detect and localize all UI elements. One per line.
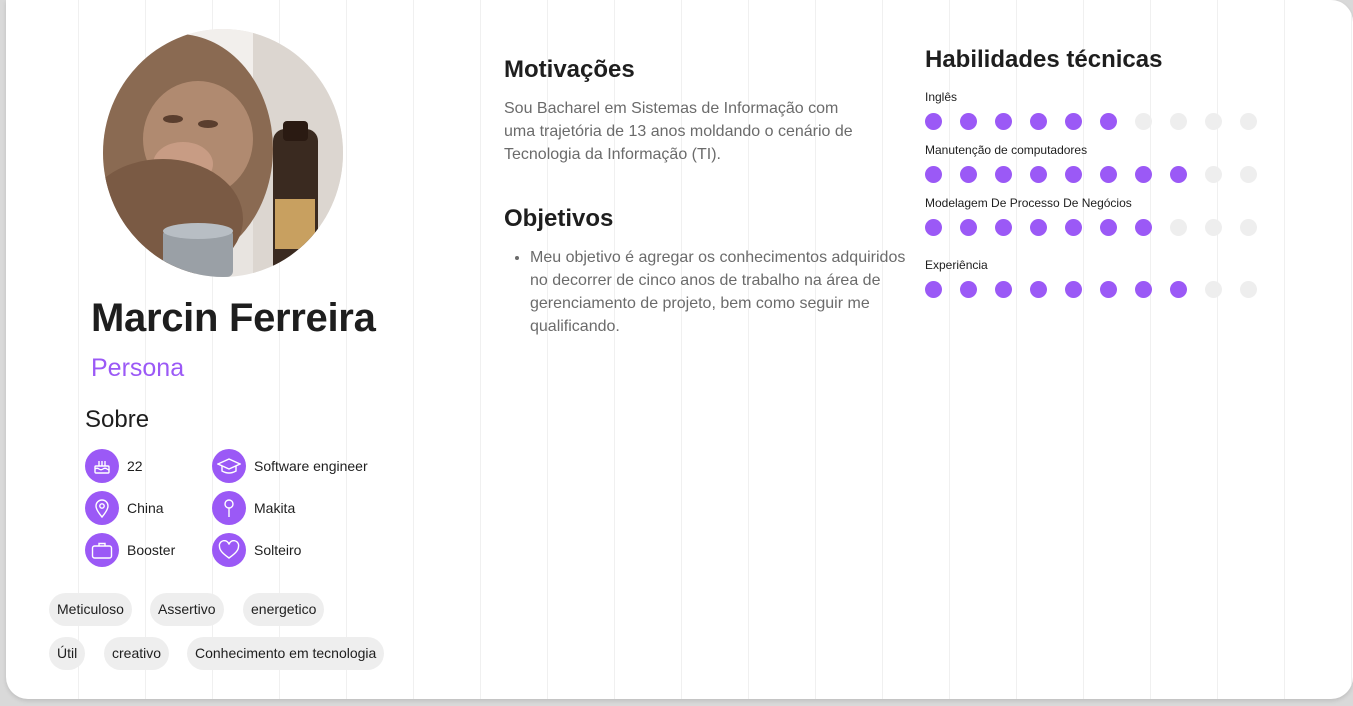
skill-rating: [925, 281, 1275, 298]
rating-dot-filled: [1100, 166, 1117, 183]
rating-dot-filled: [1065, 281, 1082, 298]
rating-dot-filled: [1100, 281, 1117, 298]
rating-dot-filled: [1030, 219, 1047, 236]
rating-dot-empty: [1205, 166, 1222, 183]
rating-dot-filled: [995, 113, 1012, 130]
rating-dot-filled: [995, 281, 1012, 298]
objectives-list: Meu objetivo é agregar os conhecimentos …: [504, 246, 910, 338]
rating-dot-filled: [1065, 113, 1082, 130]
avatar: [103, 29, 343, 277]
graduation-cap-icon: [212, 449, 246, 483]
rating-dot-filled: [1030, 281, 1047, 298]
rating-dot-empty: [1205, 113, 1222, 130]
skills-title: Habilidades técnicas: [925, 46, 1163, 73]
tag-chip: Conhecimento em tecnologia: [187, 637, 385, 670]
about-company-text: Booster: [127, 542, 176, 558]
rating-dot-empty: [1135, 113, 1152, 130]
pin-icon: [212, 491, 246, 525]
about-occupation: Software engineer: [212, 448, 368, 484]
rating-dot-filled: [1100, 113, 1117, 130]
tag-chip: energetico: [243, 593, 325, 626]
persona-role: Persona: [91, 354, 185, 382]
objectives-title: Objetivos: [504, 205, 614, 232]
tag-chip: Meticuloso: [49, 593, 132, 626]
rating-dot-filled: [1135, 281, 1152, 298]
rating-dot-filled: [960, 281, 977, 298]
list-item: Meu objetivo é agregar os conhecimentos …: [530, 246, 910, 338]
about-status: Solteiro: [212, 532, 301, 568]
briefcase-icon: [85, 533, 119, 567]
rating-dot-filled: [925, 113, 942, 130]
tag-chip: Útil: [49, 637, 86, 670]
about-occupation-text: Software engineer: [254, 458, 368, 474]
rating-dot-filled: [995, 219, 1012, 236]
rating-dot-filled: [1100, 219, 1117, 236]
skill-label: Modelagem De Processo De Negócios: [925, 196, 1132, 210]
about-title: Sobre: [85, 406, 150, 433]
heart-icon: [212, 533, 246, 567]
rating-dot-filled: [960, 113, 977, 130]
skill-rating: [925, 219, 1275, 236]
persona-name: Marcin Ferreira: [91, 296, 376, 340]
about-age-text: 22: [127, 458, 143, 474]
rating-dot-filled: [1030, 113, 1047, 130]
rating-dot-filled: [925, 219, 942, 236]
rating-dot-filled: [1135, 219, 1152, 236]
location-pin-icon: [85, 491, 119, 525]
motivations-text: Sou Bacharel em Sistemas de Informação c…: [504, 100, 853, 163]
rating-dot-filled: [925, 166, 942, 183]
tag-chip: Assertivo: [150, 593, 224, 626]
rating-dot-filled: [925, 281, 942, 298]
skill-label: Manutenção de computadores: [925, 143, 1088, 157]
skill-label: Inglês: [925, 90, 958, 104]
about-status-text: Solteiro: [254, 542, 302, 558]
rating-dot-filled: [1030, 166, 1047, 183]
rating-dot-filled: [995, 166, 1012, 183]
rating-dot-filled: [960, 166, 977, 183]
rating-dot-filled: [1170, 281, 1187, 298]
cake-icon: [85, 449, 119, 483]
rating-dot-empty: [1240, 219, 1257, 236]
skill-rating: [925, 166, 1275, 183]
rating-dot-filled: [960, 219, 977, 236]
about-company: Booster: [85, 532, 175, 568]
rating-dot-empty: [1240, 166, 1257, 183]
about-place: Makita: [212, 490, 295, 526]
skill-rating: [925, 113, 1275, 130]
rating-dot-empty: [1170, 219, 1187, 236]
rating-dot-empty: [1240, 113, 1257, 130]
rating-dot-filled: [1065, 166, 1082, 183]
rating-dot-empty: [1240, 281, 1257, 298]
tag-chip: creativo: [104, 637, 170, 670]
motivations-title: Motivações: [504, 56, 635, 83]
about-location: China: [85, 490, 164, 526]
rating-dot-empty: [1205, 219, 1222, 236]
rating-dot-filled: [1065, 219, 1082, 236]
skill-label: Experiência: [925, 258, 988, 272]
rating-dot-filled: [1170, 166, 1187, 183]
rating-dot-empty: [1205, 281, 1222, 298]
about-age: 22: [85, 448, 143, 484]
rating-dot-empty: [1170, 113, 1187, 130]
rating-dot-filled: [1135, 166, 1152, 183]
persona-card: Marcin Ferreira Persona Sobre 22 Softwar…: [6, 0, 1353, 699]
about-location-text: China: [127, 500, 164, 516]
about-place-text: Makita: [254, 500, 296, 516]
